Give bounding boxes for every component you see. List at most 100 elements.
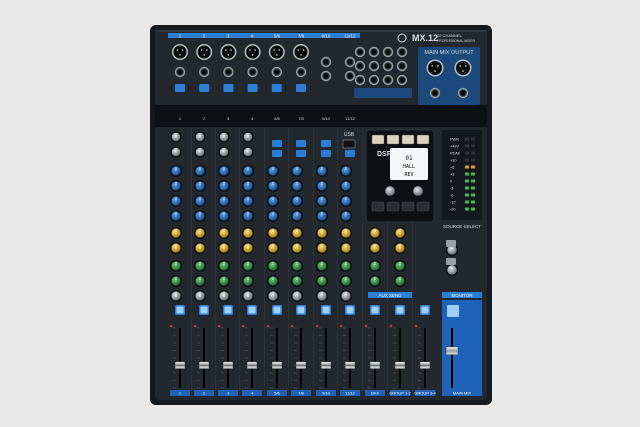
comp-knob-4[interactable] xyxy=(242,146,254,158)
input-switch-6[interactable] xyxy=(296,84,306,92)
eq-knob-5-0[interactable] xyxy=(267,165,279,177)
source-select-button-2[interactable] xyxy=(446,258,456,265)
stereo-input-l-1[interactable] xyxy=(320,56,332,68)
main-out-jack-right[interactable] xyxy=(457,87,469,99)
aux-knob-2-1[interactable] xyxy=(194,242,206,254)
aux-knob-6-1[interactable] xyxy=(291,242,303,254)
line-input-2[interactable] xyxy=(199,66,210,78)
eq-knob-2-0[interactable] xyxy=(194,165,206,177)
fx-knob-2-1[interactable] xyxy=(194,275,206,287)
aux-knob-8-1[interactable] xyxy=(340,242,352,254)
eq-knob-4-1[interactable] xyxy=(242,180,254,192)
aux-jack-2-0[interactable] xyxy=(354,74,366,86)
dsp-button-5[interactable] xyxy=(371,201,385,212)
eq-knob-2-3[interactable] xyxy=(194,210,206,222)
mic-switch-6[interactable] xyxy=(296,150,306,157)
dsp-button-2[interactable] xyxy=(386,134,400,145)
main-mix-fader-knob[interactable] xyxy=(445,346,459,355)
gain-knob-1[interactable] xyxy=(170,131,182,143)
eq-knob-7-0[interactable] xyxy=(316,165,328,177)
fx-send-knob-0[interactable] xyxy=(394,260,406,272)
xlr-input-1[interactable] xyxy=(172,44,188,60)
eq-knob-8-1[interactable] xyxy=(340,180,352,192)
line-switch-6[interactable] xyxy=(296,140,306,147)
fx-knob-2-0[interactable] xyxy=(194,260,206,272)
source-select-button-1[interactable] xyxy=(446,240,456,247)
eq-knob-5-3[interactable] xyxy=(267,210,279,222)
fx-return-knob-0[interactable] xyxy=(369,260,381,272)
input-switch-2[interactable] xyxy=(199,84,210,92)
aux-knob-1-0[interactable] xyxy=(170,227,182,239)
xlr-input-4[interactable] xyxy=(244,44,261,60)
aux-jack-1-1[interactable] xyxy=(368,60,380,72)
comp-knob-2[interactable] xyxy=(194,146,206,158)
aux-jack-0-1[interactable] xyxy=(368,46,380,58)
eq-knob-3-2[interactable] xyxy=(218,195,230,207)
aux-knob-7-0[interactable] xyxy=(316,227,328,239)
pan-knob-4[interactable] xyxy=(242,290,254,302)
aux-knob-2-0[interactable] xyxy=(194,227,206,239)
fx-knob-7-0[interactable] xyxy=(316,260,328,272)
fx-knob-4-0[interactable] xyxy=(242,260,254,272)
eq-knob-5-1[interactable] xyxy=(267,180,279,192)
fx-knob-5-0[interactable] xyxy=(267,260,279,272)
aux-jack-2-1[interactable] xyxy=(368,74,380,86)
fx-knob-8-1[interactable] xyxy=(340,275,352,287)
line-input-3[interactable] xyxy=(223,66,234,78)
aux-knob-4-1[interactable] xyxy=(242,242,254,254)
dsp-button-1[interactable] xyxy=(371,134,385,145)
line-switch-7[interactable] xyxy=(321,140,331,147)
aux-knob-1-1[interactable] xyxy=(170,242,182,254)
input-switch-5[interactable] xyxy=(271,84,282,92)
eq-knob-6-1[interactable] xyxy=(291,180,303,192)
aux-jack-1-2[interactable] xyxy=(382,60,394,72)
aux-jack-2-3[interactable] xyxy=(396,74,408,86)
usb-port[interactable]: USB xyxy=(342,132,356,149)
aux-jack-2-2[interactable] xyxy=(382,74,394,86)
stereo-input-r-2[interactable] xyxy=(344,70,356,82)
eq-knob-8-3[interactable] xyxy=(340,210,352,222)
fx-knob-8-0[interactable] xyxy=(340,260,352,272)
eq-knob-1-3[interactable] xyxy=(170,210,182,222)
fx-knob-3-1[interactable] xyxy=(218,275,230,287)
input-switch-4[interactable] xyxy=(247,84,258,92)
eq-knob-3-0[interactable] xyxy=(218,165,230,177)
eq-knob-2-2[interactable] xyxy=(194,195,206,207)
eq-knob-7-3[interactable] xyxy=(316,210,328,222)
xlr-input-5[interactable] xyxy=(268,44,285,60)
aux-knob-7-1[interactable] xyxy=(316,242,328,254)
fx-send-knob-1[interactable] xyxy=(394,275,406,287)
aux-jack-0-3[interactable] xyxy=(396,46,408,58)
fx-knob-4-1[interactable] xyxy=(242,275,254,287)
input-switch-3[interactable] xyxy=(223,84,234,92)
main-out-xlr-left[interactable] xyxy=(426,59,444,77)
aux-knob-5-0[interactable] xyxy=(267,227,279,239)
line-switch-5[interactable] xyxy=(272,140,282,147)
main-out-xlr-right[interactable] xyxy=(454,59,472,77)
line-input-6[interactable] xyxy=(295,66,307,78)
dsp-button-4[interactable] xyxy=(416,134,430,145)
eq-knob-6-3[interactable] xyxy=(291,210,303,222)
main-mix-button[interactable] xyxy=(447,305,459,317)
eq-knob-8-2[interactable] xyxy=(340,195,352,207)
comp-knob-3[interactable] xyxy=(218,146,230,158)
mic-switch-7[interactable] xyxy=(321,150,331,157)
line-input-1[interactable] xyxy=(174,66,186,78)
dsp-button-8[interactable] xyxy=(416,201,430,212)
aux-knob-6-0[interactable] xyxy=(291,227,303,239)
stereo-input-r-1[interactable] xyxy=(320,70,332,82)
eq-knob-7-2[interactable] xyxy=(316,195,328,207)
aux-master-knob-1[interactable] xyxy=(369,242,381,254)
eq-knob-4-3[interactable] xyxy=(242,210,254,222)
eq-knob-3-3[interactable] xyxy=(218,210,230,222)
group-knob-1[interactable] xyxy=(394,242,406,254)
eq-knob-6-0[interactable] xyxy=(291,165,303,177)
fx-knob-6-0[interactable] xyxy=(291,260,303,272)
eq-knob-4-0[interactable] xyxy=(242,165,254,177)
main-out-jack-left[interactable] xyxy=(429,87,441,99)
pan-knob-5[interactable] xyxy=(267,290,279,302)
eq-knob-7-1[interactable] xyxy=(316,180,328,192)
line-input-5[interactable] xyxy=(271,66,282,78)
pan-knob-8[interactable] xyxy=(340,290,352,302)
comp-knob-1[interactable] xyxy=(170,146,182,158)
